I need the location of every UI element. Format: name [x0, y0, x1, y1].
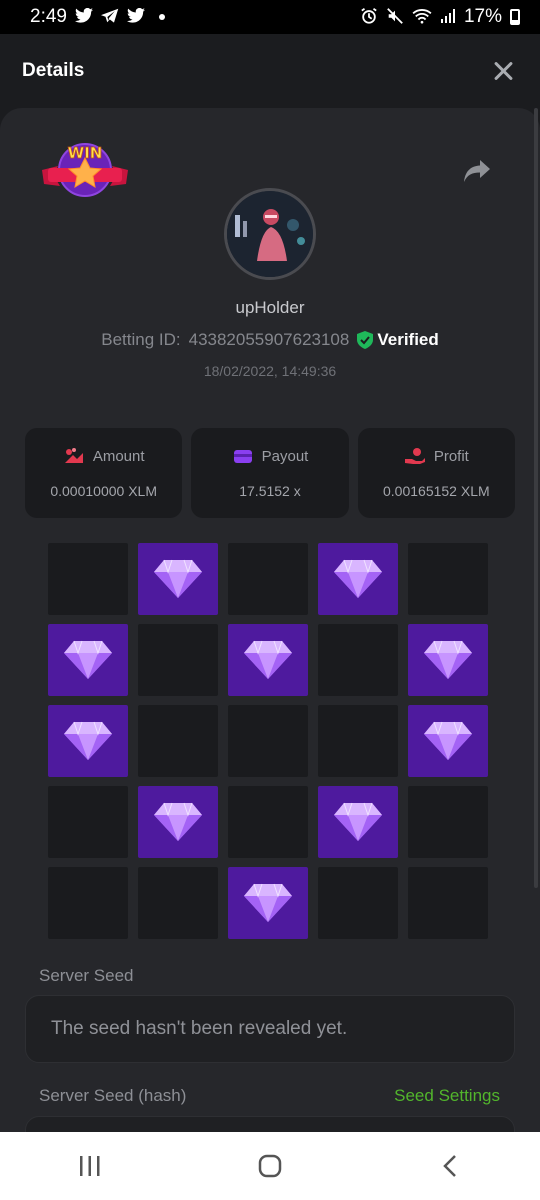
grid-tile-empty[interactable] — [408, 543, 488, 615]
shield-check-icon — [357, 331, 374, 349]
battery-icon — [510, 9, 520, 25]
win-badge: WIN — [40, 140, 130, 204]
home-icon[interactable] — [250, 1146, 290, 1186]
grid-tile-gem[interactable] — [228, 624, 308, 696]
grid-tile-gem[interactable] — [138, 543, 218, 615]
payout-icon — [233, 450, 252, 463]
status-bar: 2:49 17% — [0, 0, 540, 34]
stat-payout-value: 17.5152 x — [239, 483, 301, 499]
grid-tile-empty[interactable] — [408, 786, 488, 858]
status-right: 17% — [360, 6, 520, 28]
verified-badge: Verified — [357, 330, 439, 350]
win-badge-graphic: WIN — [42, 143, 128, 197]
grid-tile-gem[interactable] — [408, 624, 488, 696]
grid-tile-empty[interactable] — [228, 786, 308, 858]
username: upHolder — [235, 298, 305, 317]
grid-tile-empty[interactable] — [318, 705, 398, 777]
scrollbar[interactable] — [534, 108, 538, 888]
avatar — [224, 188, 316, 280]
gem-icon — [64, 640, 112, 679]
server-seed-label: Server Seed — [39, 966, 134, 985]
betting-id-value[interactable]: 43382055907623108 — [189, 330, 350, 350]
grid-tile-empty[interactable] — [228, 543, 308, 615]
alarm-icon — [360, 7, 378, 28]
grid-tile-empty[interactable] — [228, 705, 308, 777]
verified-label: Verified — [377, 330, 439, 349]
stat-profit-value: 0.00165152 XLM — [383, 483, 490, 499]
stat-profit: Profit 0.00165152 XLM — [357, 428, 515, 518]
stats-row: Amount 0.00010000 XLM Payout 17.5152 x P… — [25, 428, 515, 518]
gem-icon — [154, 802, 202, 841]
mute-icon — [386, 7, 404, 28]
grid-tile-gem[interactable] — [318, 543, 398, 615]
bet-timestamp: 18/02/2022, 14:49:36 — [203, 363, 337, 379]
stat-payout-label: Payout — [261, 447, 309, 465]
grid-tile-empty[interactable] — [138, 867, 218, 939]
amount-icon — [64, 448, 83, 463]
grid-tile-gem[interactable] — [48, 624, 128, 696]
gem-icon — [424, 640, 472, 679]
server-seed-value: The seed hasn't been revealed yet. — [51, 1018, 348, 1039]
win-badge-text: WIN — [68, 144, 103, 162]
grid-tile-empty[interactable] — [48, 543, 128, 615]
gem-icon — [334, 802, 382, 841]
grid-tile-empty[interactable] — [318, 867, 398, 939]
close-icon[interactable] — [492, 60, 514, 82]
gem-icon — [244, 640, 292, 679]
twitter-icon — [74, 7, 93, 26]
gem-icon — [244, 883, 292, 922]
stat-payout: Payout 17.5152 x — [191, 428, 349, 518]
status-time: 2:49 — [30, 6, 67, 27]
wifi-icon — [412, 8, 432, 27]
betting-id-row: Betting ID: 43382055907623108 Verified — [0, 330, 540, 350]
notification-dot — [158, 14, 165, 20]
details-header: Details — [0, 34, 540, 108]
grid-tile-empty[interactable] — [138, 705, 218, 777]
stat-amount: Amount 0.00010000 XLM — [25, 428, 183, 518]
grid-tile-empty[interactable] — [138, 624, 218, 696]
stat-profit-label: Profit — [433, 447, 469, 465]
system-nav-bar — [0, 1132, 540, 1200]
grid-tile-empty[interactable] — [48, 786, 128, 858]
signal-icon — [440, 8, 456, 27]
telegram-icon — [100, 8, 119, 26]
back-icon[interactable] — [430, 1146, 470, 1186]
grid-tile-gem[interactable] — [318, 786, 398, 858]
stat-amount-label: Amount — [92, 447, 145, 465]
status-left: 2:49 — [30, 6, 165, 28]
gem-icon — [64, 721, 112, 760]
grid-tile-empty[interactable] — [318, 624, 398, 696]
server-seed-hash-label: Server Seed (hash) — [39, 1086, 187, 1105]
stat-profit-head: Profit — [404, 447, 469, 465]
share-icon[interactable] — [462, 158, 492, 184]
recents-icon[interactable] — [70, 1146, 110, 1186]
gem-icon — [154, 559, 202, 598]
grid-tile-gem[interactable] — [228, 867, 308, 939]
server-seed-box[interactable]: The seed hasn't been revealed yet. — [25, 995, 515, 1063]
grid-tile-gem[interactable] — [138, 786, 218, 858]
betting-id-label: Betting ID: — [101, 330, 181, 349]
twitter-icon — [126, 7, 145, 26]
gem-icon — [334, 559, 382, 598]
stat-amount-head: Amount — [63, 447, 145, 465]
stat-payout-head: Payout — [232, 447, 309, 465]
stat-amount-value: 0.00010000 XLM — [50, 483, 157, 499]
seed-settings-link[interactable]: Seed Settings — [394, 1086, 500, 1106]
battery-percent: 17% — [463, 6, 502, 27]
grid-tile-empty[interactable] — [408, 867, 488, 939]
grid-tile-empty[interactable] — [48, 867, 128, 939]
grid-tile-gem[interactable] — [48, 705, 128, 777]
page-title: Details — [22, 60, 85, 81]
grid-tile-gem[interactable] — [408, 705, 488, 777]
mines-grid — [48, 543, 488, 939]
gem-icon — [424, 721, 472, 760]
profit-icon — [404, 448, 425, 464]
